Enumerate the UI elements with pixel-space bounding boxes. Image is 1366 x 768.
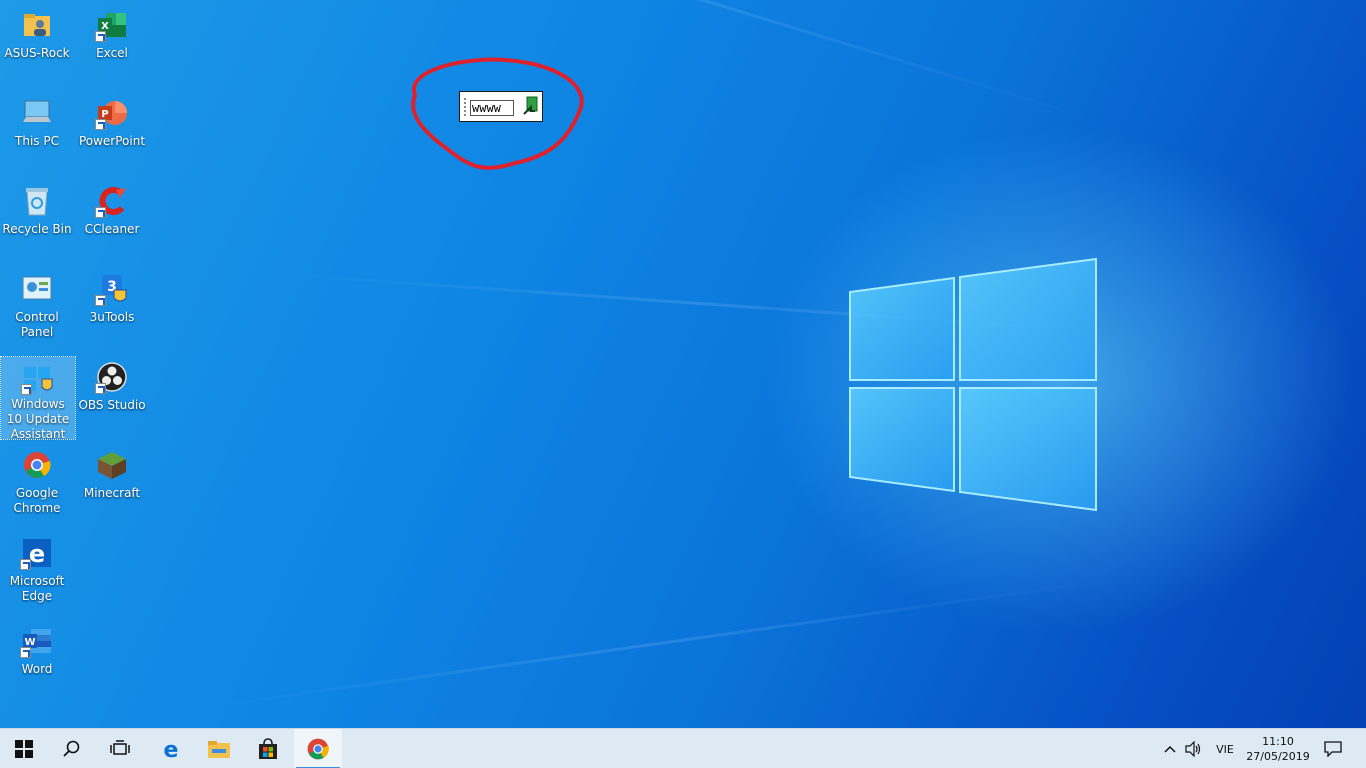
taskbar-chrome-button[interactable]	[294, 729, 342, 768]
ccleaner-icon	[95, 184, 129, 218]
volume-button[interactable]	[1182, 729, 1206, 768]
desktop-icon-this-pc[interactable]: This PC	[0, 88, 74, 172]
desktop-icon-google-chrome[interactable]: Google Chrome	[0, 440, 74, 524]
user-folder-icon	[20, 8, 54, 42]
desktop[interactable]: ASUS-Rock This PC Recycle Bin Control Pa…	[0, 0, 1366, 728]
taskbar-clock[interactable]: 11:10 27/05/2019	[1244, 731, 1312, 767]
taskbar-edge-button[interactable]: e	[147, 729, 195, 768]
shortcut-arrow-icon	[95, 31, 106, 42]
windows-logo-wallpaper	[849, 258, 1097, 512]
taskbar: e VIE 11:10 27/05/2019	[0, 728, 1366, 768]
taskbar-store-button[interactable]	[244, 729, 292, 768]
minecraft-icon	[95, 448, 129, 482]
shortcut-arrow-icon	[95, 383, 106, 394]
desktop-icon-label: Google Chrome	[13, 486, 61, 515]
store-icon	[259, 738, 277, 759]
light-beam	[162, 0, 1101, 123]
desktop-icon-3utools[interactable]: 3 3uTools	[75, 264, 149, 348]
control-panel-icon	[20, 272, 54, 306]
volume-icon	[1185, 741, 1201, 757]
desktop-icon-control-panel[interactable]: Control Panel	[0, 264, 74, 348]
desktop-icon-label: 3uTools	[89, 310, 135, 324]
desktop-icon-obs-studio[interactable]: OBS Studio	[75, 352, 149, 436]
desktop-icon-label: Windows 10 Update Assistant	[6, 397, 70, 441]
desktop-icon-asus-rock[interactable]: ASUS-Rock	[0, 0, 74, 84]
word-icon: W	[20, 624, 54, 658]
ime-input-toolbar[interactable]: wwww	[459, 91, 543, 122]
chrome-icon	[307, 738, 329, 760]
desktop-icon-label: This PC	[15, 134, 59, 148]
desktop-icon-ccleaner[interactable]: CCleaner	[75, 176, 149, 260]
obs-icon	[95, 360, 129, 394]
search-icon	[63, 740, 80, 757]
desktop-icon-label: Excel	[96, 46, 128, 60]
chevron-up-icon	[1164, 745, 1176, 753]
desktop-icon-word[interactable]: W Word	[0, 616, 74, 700]
desktop-icon-label: PowerPoint	[78, 134, 146, 148]
desktop-icon-label: ASUS-Rock	[4, 46, 70, 60]
light-beam	[208, 580, 1101, 709]
input-language-indicator[interactable]: VIE	[1210, 729, 1240, 768]
edge-icon: e	[20, 536, 54, 570]
svg-text:e: e	[164, 738, 179, 760]
chrome-icon	[20, 448, 54, 482]
computer-icon	[20, 96, 54, 130]
desktop-icon-label: OBS Studio	[78, 398, 146, 412]
ime-text-field[interactable]: wwww	[470, 100, 514, 116]
desktop-icon-label: Minecraft	[83, 486, 141, 500]
excel-icon: X	[95, 8, 129, 42]
task-view-icon	[110, 740, 130, 755]
windows-start-icon	[15, 740, 33, 758]
shortcut-arrow-icon	[20, 647, 31, 658]
shortcut-arrow-icon	[95, 119, 106, 130]
shortcut-arrow-icon	[95, 295, 106, 306]
search-button[interactable]	[48, 729, 96, 768]
action-center-button[interactable]	[1318, 729, 1348, 768]
desktop-icon-recycle-bin[interactable]: Recycle Bin	[0, 176, 74, 260]
windows-update-icon	[21, 365, 55, 395]
desktop-icon-label: Recycle Bin	[2, 222, 72, 236]
file-explorer-icon	[208, 741, 230, 758]
desktop-icon-label: Control Panel	[15, 310, 59, 339]
svg-text:e: e	[29, 540, 45, 568]
taskbar-file-explorer-button[interactable]	[195, 729, 243, 768]
clock-date: 27/05/2019	[1246, 750, 1310, 763]
desktop-icon-powerpoint[interactable]: P PowerPoint	[75, 88, 149, 172]
3utools-icon: 3	[95, 272, 129, 306]
shortcut-arrow-icon	[95, 207, 106, 218]
desktop-icon-label: CCleaner	[84, 222, 140, 236]
show-hidden-icons-button[interactable]	[1160, 729, 1180, 768]
desktop-icon-excel[interactable]: X Excel	[75, 0, 149, 84]
desktop-icon-label: Word	[21, 662, 53, 676]
drag-grip-handle[interactable]	[464, 98, 468, 116]
notification-icon	[1324, 741, 1342, 757]
ime-mode-toggle-icon[interactable]	[522, 96, 538, 116]
desktop-icon-microsoft-edge[interactable]: e Microsoft Edge	[0, 528, 74, 612]
start-button[interactable]	[0, 729, 48, 768]
recycle-bin-icon	[20, 184, 54, 218]
clock-time: 11:10	[1262, 735, 1294, 748]
desktop-icon-minecraft[interactable]: Minecraft	[75, 440, 149, 524]
desktop-icon-windows-10-update-assistant[interactable]: Windows 10 Update Assistant	[0, 356, 76, 441]
powerpoint-icon: P	[95, 96, 129, 130]
task-view-button[interactable]	[96, 729, 144, 768]
shortcut-arrow-icon	[20, 559, 31, 570]
edge-icon: e	[164, 738, 179, 760]
desktop-icon-label: Microsoft Edge	[9, 574, 65, 603]
shortcut-arrow-icon	[21, 384, 32, 395]
